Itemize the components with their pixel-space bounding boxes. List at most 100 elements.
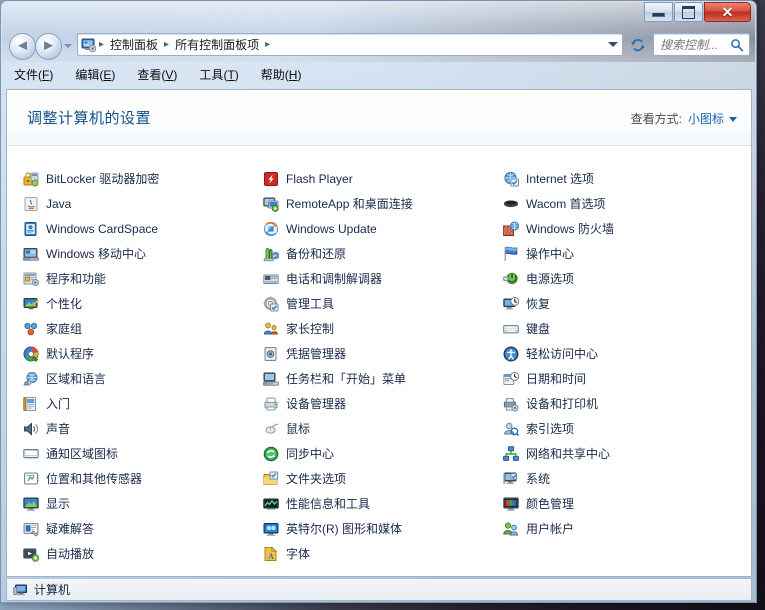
minimize-icon [652,12,665,17]
menu-accel: H [288,68,298,82]
homegroup-icon [23,321,39,337]
control-panel-item[interactable]: 英特尔(R) 图形和媒体 [263,516,503,541]
menu-accel: T [227,68,235,82]
control-panel-item[interactable]: 网络和共享中心 [503,441,743,466]
control-panel-item[interactable]: 键盘 [503,316,743,341]
control-panel-item-label: 英特尔(R) 图形和媒体 [286,521,402,536]
control-panel-item-label: 程序和功能 [46,271,107,286]
title-bar: ✕ [1,1,756,28]
control-panel-item[interactable]: Java [23,191,263,216]
control-panel-item-label: 入门 [46,396,71,411]
maximize-button[interactable] [674,2,703,22]
back-button[interactable]: ◄ [9,33,36,60]
control-panel-item[interactable]: 凭据管理器 [263,341,503,366]
recent-locations-dropdown[interactable] [63,41,73,51]
control-panel-item-label: 性能信息和工具 [286,496,371,511]
control-panel-item[interactable]: 疑难解答 [23,516,263,541]
control-panel-item[interactable]: 同步中心 [263,441,503,466]
control-panel-item[interactable]: Internet 选项 [503,166,743,191]
default-programs-icon [23,346,39,362]
control-panel-item[interactable]: 家庭组 [23,316,263,341]
menu-item-edit[interactable]: 编辑(E) [75,66,115,83]
control-panel-item[interactable]: 颜色管理 [503,491,743,516]
sync-center-icon [263,446,279,462]
control-panel-item[interactable]: 通知区域图标 [23,441,263,466]
control-panel-item[interactable]: 性能信息和工具 [263,491,503,516]
control-panel-item[interactable]: BitLocker 驱动器加密 [23,166,263,191]
control-panel-item[interactable]: Windows 防火墙 [503,216,743,241]
control-panel-item[interactable]: 电源选项 [503,266,743,291]
control-panel-item[interactable]: 任务栏和「开始」菜单 [263,366,503,391]
maximize-icon [682,5,695,19]
mouse-icon [263,421,279,437]
close-button[interactable]: ✕ [704,2,751,22]
breadcrumb-item-1[interactable]: 所有控制面板项 [171,35,263,54]
grid-column-3: Internet 选项 Wacom 首选项 Windows 防火墙 操作中心 电源选项恢… [503,166,743,576]
control-panel-item[interactable]: 入门 [23,391,263,416]
control-panel-item[interactable]: 鼠标 [263,416,503,441]
search-icon[interactable] [730,38,744,52]
remoteapp-icon [263,196,279,212]
minimize-button[interactable] [644,2,673,22]
control-panel-item[interactable]: 显示 [23,491,263,516]
control-panel-item[interactable]: 设备管理器 [263,391,503,416]
grid-column-2: Flash Player RemoteApp 和桌面连接 Windows Updat… [263,166,503,576]
view-by-label: 查看方式: [630,112,682,126]
control-panel-item[interactable]: 文件夹选项 [263,466,503,491]
control-panel-item[interactable]: 设备和打印机 [503,391,743,416]
control-panel-item-label: 备份和还原 [286,246,347,261]
control-panel-item[interactable]: RemoteApp 和桌面连接 [263,191,503,216]
control-panel-item[interactable]: 备份和还原 [263,241,503,266]
control-panel-item[interactable]: 索引选项 [503,416,743,441]
address-bar[interactable]: ▸ 控制面板 ▸ 所有控制面板项 ▸ [77,33,623,56]
control-panel-item[interactable]: 电话和调制解调器 [263,266,503,291]
control-panel-item[interactable]: Windows CardSpace [23,216,263,241]
control-panel-item[interactable]: Windows Update [263,216,503,241]
control-panel-item[interactable]: Windows 移动中心 [23,241,263,266]
control-panel-item[interactable]: 个性化 [23,291,263,316]
control-panel-item[interactable]: 家长控制 [263,316,503,341]
control-panel-item[interactable]: 轻松访问中心 [503,341,743,366]
control-panel-item[interactable]: 用户帐户 [503,516,743,541]
chevron-down-icon [608,42,618,47]
control-panel-item[interactable]: 日期和时间 [503,366,743,391]
control-panel-item[interactable]: 管理工具 [263,291,503,316]
menu-item-help[interactable]: 帮助(H) [261,66,302,83]
control-panel-item[interactable]: A 字体 [263,541,503,566]
view-by-value[interactable]: 小图标 [688,110,724,127]
control-panel-item[interactable]: 位置和其他传感器 [23,466,263,491]
menu-item-view[interactable]: 查看(V) [137,66,177,83]
forward-button[interactable]: ► [35,33,62,60]
region-language-icon [23,371,39,387]
control-panel-item[interactable]: 系统 [503,466,743,491]
control-panel-item[interactable]: 默认程序 [23,341,263,366]
chevron-down-icon[interactable] [729,117,737,122]
breadcrumb-separator: ▸ [99,39,105,50]
breadcrumb-separator[interactable]: ▸ [263,39,272,50]
control-panel-item[interactable]: Flash Player [263,166,503,191]
control-panel-item[interactable]: 声音 [23,416,263,441]
control-panel-item[interactable]: Wacom 首选项 [503,191,743,216]
menu-item-tools[interactable]: 工具(T) [199,66,238,83]
forward-arrow-icon: ► [41,37,56,54]
refresh-button[interactable] [626,33,649,56]
power-options-icon [503,271,519,287]
location-sensors-icon [23,471,39,487]
navigation-bar: ◄ ► ▸ 控制面板 ▸ 所有控制面板项 ▸ 搜索控制... [1,29,756,62]
control-panel-item[interactable]: 恢复 [503,291,743,316]
control-panel-item[interactable]: 区域和语言 [23,366,263,391]
control-panel-item-label: Windows Update [286,221,377,236]
control-panel-item[interactable]: 程序和功能 [23,266,263,291]
control-panel-item[interactable]: 操作中心 [503,241,743,266]
search-input[interactable] [660,37,730,52]
search-box[interactable] [653,33,750,56]
control-panel-item-label: 声音 [46,421,71,436]
breadcrumb-separator[interactable]: ▸ [162,39,171,50]
menu-item-file[interactable]: 文件(F) [14,66,53,83]
breadcrumb-item-0[interactable]: 控制面板 [106,35,162,54]
control-panel-item[interactable]: 自动播放 [23,541,263,566]
control-panel-item-label: 同步中心 [286,446,335,461]
address-dropdown-button[interactable] [608,42,618,47]
control-panel-item-label: 轻松访问中心 [526,346,599,361]
control-panel-item-label: Java [46,196,72,211]
